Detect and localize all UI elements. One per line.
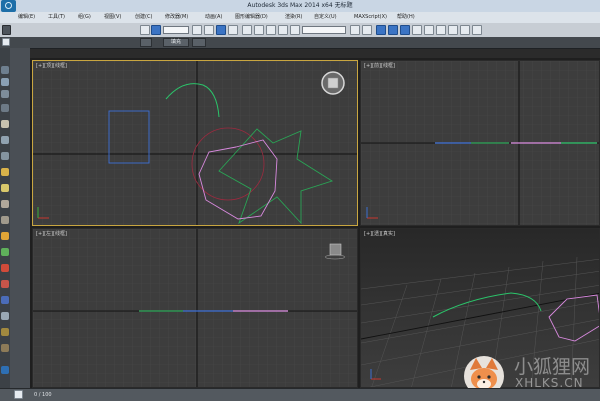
modify-panel-icon[interactable] (1, 120, 9, 128)
align-icon[interactable] (362, 25, 372, 35)
helpers-icon[interactable] (1, 264, 9, 272)
viewcube-icon[interactable] (329, 243, 342, 256)
menu-view[interactable]: 视图(V) (104, 12, 121, 23)
select-move-icon[interactable] (204, 25, 214, 35)
viewport-left-canvas (33, 229, 357, 387)
selection-filter-dropdown[interactable] (163, 26, 189, 34)
menu-graph-editors[interactable]: 图形编辑器(D) (235, 12, 268, 23)
viewport-front-canvas (361, 61, 599, 225)
select-manipulate-icon[interactable] (266, 25, 276, 35)
utilities-panel-icon[interactable] (1, 184, 9, 192)
time-slider-readout[interactable]: 0 / 100 (34, 389, 52, 401)
menu-modifiers[interactable]: 修改器(M) (165, 12, 188, 23)
layer-icon[interactable] (1, 328, 9, 336)
display-panel-icon[interactable] (1, 168, 9, 176)
snap-toggle-icon[interactable] (278, 25, 288, 35)
selection-fill-button[interactable]: 填充 (163, 38, 189, 47)
mirror-icon[interactable] (350, 25, 360, 35)
named-selection-sets-field[interactable] (302, 26, 346, 34)
menu-customize[interactable]: 自定义(U) (314, 12, 337, 23)
render-production-icon[interactable] (460, 25, 470, 35)
lights-icon[interactable] (1, 232, 9, 240)
motion-panel-icon[interactable] (1, 152, 9, 160)
window-title: Autodesk 3ds Max 2014 x64 无标题 (247, 2, 353, 9)
schematic-view-icon[interactable] (412, 25, 422, 35)
viewport-top-label[interactable]: [+][顶][线框] (36, 62, 67, 69)
viewport-top[interactable]: [+][顶][线框] (32, 60, 358, 226)
main-toolbar (0, 23, 600, 38)
geometry-icon[interactable] (1, 200, 9, 208)
hierarchy-panel-icon[interactable] (1, 136, 9, 144)
status-toggle-icon[interactable] (14, 390, 23, 399)
object-paint-icon[interactable] (1, 78, 9, 86)
viewport-top-canvas (33, 61, 357, 225)
undo-icon[interactable] (140, 25, 150, 35)
sphere-icon[interactable] (1, 312, 9, 320)
menu-group[interactable]: 组(G) (78, 12, 91, 23)
rendered-frame-icon[interactable] (448, 25, 458, 35)
menu-rendering[interactable]: 渲染(R) (285, 12, 302, 23)
viewport-area: [+][顶][线框] [+][前][线框] [+][左][线框] [+][透][… (30, 58, 600, 388)
graphite-ribbon-bar: 填充 (0, 37, 600, 49)
ribbon-options-icon[interactable] (192, 38, 206, 47)
menu-animation[interactable]: 动画(A) (205, 12, 222, 23)
time-config-icon[interactable] (1, 366, 9, 374)
populate-icon[interactable] (1, 90, 9, 98)
select-by-name-icon[interactable] (192, 25, 202, 35)
curve-editor-icon[interactable] (400, 25, 410, 35)
ribbon-toggle-icon[interactable] (2, 38, 10, 46)
select-tool-icon[interactable] (1, 66, 9, 74)
select-rotate-icon[interactable] (216, 25, 226, 35)
select-object-icon[interactable] (151, 25, 161, 35)
menu-create[interactable]: 创建(C) (135, 12, 152, 23)
menu-maxscript[interactable]: MAXScript(X) (354, 12, 387, 23)
graphite-tools-icon[interactable] (388, 25, 398, 35)
viewport-perspective-label[interactable]: [+][透][真实] (364, 230, 395, 237)
viewport-left-label[interactable]: [+][左][线框] (36, 230, 67, 237)
pivot-center-icon[interactable] (254, 25, 264, 35)
reference-coord-icon[interactable] (242, 25, 252, 35)
shapes-icon[interactable] (1, 216, 9, 224)
viewcube-face[interactable] (327, 77, 339, 89)
material-editor-icon[interactable] (424, 25, 434, 35)
menu-tools[interactable]: 工具(T) (48, 12, 65, 23)
layer-manager-icon[interactable] (376, 25, 386, 35)
viewport-front-label[interactable]: [+][前][线框] (364, 62, 395, 69)
render-setup-icon[interactable] (436, 25, 446, 35)
ribbon-dropdown-icon[interactable] (140, 38, 152, 47)
select-scale-icon[interactable] (228, 25, 238, 35)
status-bar: 0 / 100 (0, 388, 600, 401)
angle-snap-icon[interactable] (290, 25, 300, 35)
render-iterative-icon[interactable] (472, 25, 482, 35)
spacewarps-icon[interactable] (1, 280, 9, 288)
link-icon[interactable] (2, 25, 11, 35)
cameras-icon[interactable] (1, 248, 9, 256)
scene-explorer-icon[interactable] (1, 344, 9, 352)
menu-edit[interactable]: 编辑(E) (18, 12, 35, 23)
systems-icon[interactable] (1, 296, 9, 304)
left-ribbon-pane (10, 48, 30, 388)
viewport-left[interactable]: [+][左][线框] (32, 228, 358, 388)
menu-help[interactable]: 帮助(H) (397, 12, 415, 23)
viewport-front[interactable]: [+][前][线框] (360, 60, 600, 226)
watermark-cn-text: 小狐狸网 (514, 356, 591, 378)
freeform-icon[interactable] (1, 104, 9, 112)
